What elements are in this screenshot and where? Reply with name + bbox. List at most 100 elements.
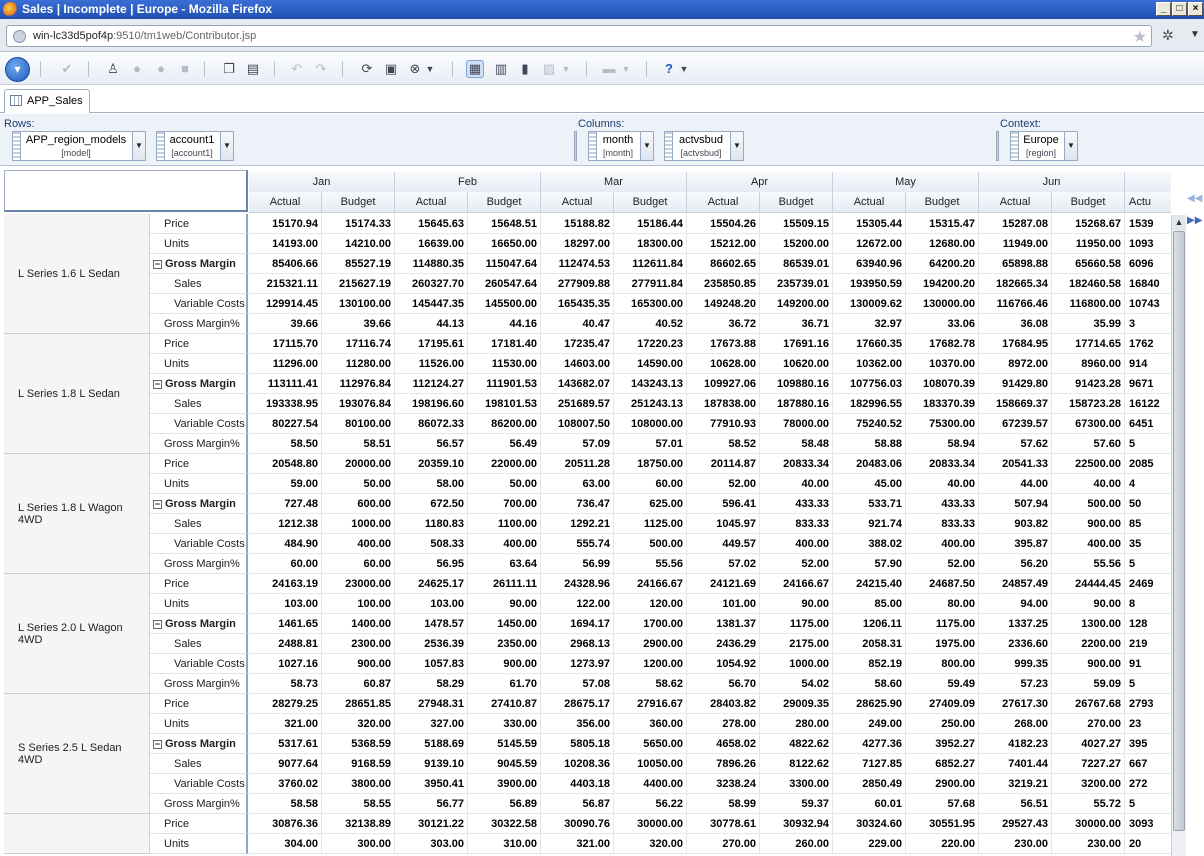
data-cell[interactable]: 58.60 xyxy=(833,674,906,694)
row-header-account[interactable]: Sales xyxy=(150,634,248,654)
data-cell[interactable]: 36.72 xyxy=(687,314,760,334)
data-cell[interactable]: 1273.97 xyxy=(541,654,614,674)
data-cell[interactable]: 17714.65 xyxy=(1052,334,1125,354)
data-cell[interactable]: 182996.55 xyxy=(833,394,906,414)
url-field[interactable]: win-lc33d5pof4p:9510/tm1web/Contributor.… xyxy=(6,25,1152,47)
chart-type-icon[interactable]: ▨ xyxy=(540,60,558,78)
data-cell[interactable]: 555.74 xyxy=(541,534,614,554)
data-cell[interactable]: 60.00 xyxy=(249,554,322,574)
row-header-model[interactable]: L Series 2.0 L Wagon 4WD xyxy=(4,574,150,694)
data-cell[interactable]: 28403.82 xyxy=(687,694,760,714)
data-cell[interactable]: 15174.33 xyxy=(322,214,395,234)
data-cell[interactable]: 3 xyxy=(1125,314,1171,334)
column-header-version[interactable]: Actual xyxy=(979,192,1052,213)
data-cell[interactable]: 2793 xyxy=(1125,694,1171,714)
data-cell[interactable]: 32.97 xyxy=(833,314,906,334)
data-cell[interactable]: 260547.64 xyxy=(468,274,541,294)
data-cell[interactable]: 433.33 xyxy=(906,494,979,514)
data-cell[interactable]: 108000.00 xyxy=(614,414,687,434)
data-cell[interactable]: 1400.00 xyxy=(322,614,395,634)
data-cell[interactable]: 85 xyxy=(1125,514,1171,534)
data-cell[interactable]: 24625.17 xyxy=(395,574,468,594)
data-cell[interactable]: 107756.03 xyxy=(833,374,906,394)
data-cell[interactable]: 86072.33 xyxy=(395,414,468,434)
grid-chart-view-icon[interactable]: ▥ xyxy=(492,60,510,78)
data-cell[interactable]: 109880.16 xyxy=(760,374,833,394)
data-cell[interactable]: 9077.64 xyxy=(249,754,322,774)
data-cell[interactable]: 165300.00 xyxy=(614,294,687,314)
data-cell[interactable]: 508.33 xyxy=(395,534,468,554)
chevron-down-icon[interactable]: ▼ xyxy=(560,60,572,78)
data-cell[interactable]: 54.02 xyxy=(760,674,833,694)
row-header-model[interactable]: L Series 1.8 L Wagon 4WD xyxy=(4,454,150,574)
data-cell[interactable]: 921.74 xyxy=(833,514,906,534)
data-cell[interactable]: 182460.58 xyxy=(1052,274,1125,294)
row-header-account[interactable]: Price xyxy=(150,334,248,354)
data-cell[interactable]: 103.00 xyxy=(395,594,468,614)
data-cell[interactable]: 94.00 xyxy=(979,594,1052,614)
row-header-account[interactable]: Price xyxy=(150,454,248,474)
data-cell[interactable]: 113111.41 xyxy=(249,374,322,394)
data-cell[interactable]: 15287.08 xyxy=(979,214,1052,234)
row-header-account[interactable]: Variable Costs xyxy=(150,294,248,314)
data-cell[interactable]: 1000.00 xyxy=(760,654,833,674)
data-cell[interactable]: 800.00 xyxy=(906,654,979,674)
data-cell[interactable]: 59.49 xyxy=(906,674,979,694)
data-cell[interactable]: 304.00 xyxy=(249,834,322,854)
data-cell[interactable]: 215627.19 xyxy=(322,274,395,294)
data-cell[interactable]: 58.50 xyxy=(249,434,322,454)
data-cell[interactable]: 30000.00 xyxy=(1052,814,1125,834)
data-cell[interactable]: 39.66 xyxy=(322,314,395,334)
data-cell[interactable]: 80227.54 xyxy=(249,414,322,434)
data-cell[interactable]: 58.58 xyxy=(249,794,322,814)
data-cell[interactable]: 30000.00 xyxy=(614,814,687,834)
data-cell[interactable]: 852.19 xyxy=(833,654,906,674)
data-cell[interactable]: 833.33 xyxy=(760,514,833,534)
data-cell[interactable]: 30324.60 xyxy=(833,814,906,834)
data-cell[interactable]: 56.57 xyxy=(395,434,468,454)
data-cell[interactable]: 900.00 xyxy=(1052,654,1125,674)
data-cell[interactable]: 36.08 xyxy=(979,314,1052,334)
data-cell[interactable]: 20511.28 xyxy=(541,454,614,474)
data-cell[interactable]: 15188.82 xyxy=(541,214,614,234)
data-cell[interactable]: 270.00 xyxy=(687,834,760,854)
data-cell[interactable]: 35.99 xyxy=(1052,314,1125,334)
data-cell[interactable]: 108070.39 xyxy=(906,374,979,394)
data-cell[interactable]: 4027.27 xyxy=(1052,734,1125,754)
data-cell[interactable]: 400.00 xyxy=(1052,534,1125,554)
column-header-version[interactable]: Budget xyxy=(468,192,541,213)
data-cell[interactable]: 58.99 xyxy=(687,794,760,814)
take-ownership-icon[interactable]: ● xyxy=(128,60,146,78)
scroll-up-arrow-icon[interactable]: ▲ xyxy=(1172,215,1186,230)
data-cell[interactable]: 667 xyxy=(1125,754,1171,774)
data-cell[interactable]: 229.00 xyxy=(833,834,906,854)
data-cell[interactable]: 65898.88 xyxy=(979,254,1052,274)
data-cell[interactable]: 1478.57 xyxy=(395,614,468,634)
data-cell[interactable]: 11949.00 xyxy=(979,234,1052,254)
help-icon[interactable]: ? xyxy=(660,60,678,78)
data-cell[interactable]: 60.00 xyxy=(614,474,687,494)
column-header-version[interactable]: Actual xyxy=(541,192,614,213)
data-cell[interactable]: 4277.36 xyxy=(833,734,906,754)
data-cell[interactable]: 15509.15 xyxy=(760,214,833,234)
data-cell[interactable]: 321.00 xyxy=(541,834,614,854)
row-header-account[interactable]: Gross Margin% xyxy=(150,314,248,334)
data-cell[interactable]: 14193.00 xyxy=(249,234,322,254)
double-chevron-left-icon[interactable]: ◀◀ xyxy=(1187,193,1204,204)
data-cell[interactable]: 59.00 xyxy=(249,474,322,494)
data-cell[interactable]: 30090.76 xyxy=(541,814,614,834)
column-header-month[interactable]: May xyxy=(833,172,979,193)
data-cell[interactable]: 198196.60 xyxy=(395,394,468,414)
row-header-account[interactable]: Gross Margin% xyxy=(150,554,248,574)
data-cell[interactable]: 400.00 xyxy=(760,534,833,554)
collapse-minus-icon[interactable]: − xyxy=(153,379,162,389)
data-cell[interactable]: 1450.00 xyxy=(468,614,541,634)
data-cell[interactable]: 30322.58 xyxy=(468,814,541,834)
data-cell[interactable]: 11296.00 xyxy=(249,354,322,374)
data-cell[interactable]: 300.00 xyxy=(322,834,395,854)
row-header-account[interactable]: Units xyxy=(150,234,248,254)
row-header-account[interactable]: Price xyxy=(150,214,248,234)
data-cell[interactable]: 395.87 xyxy=(979,534,1052,554)
data-cell[interactable]: 52.00 xyxy=(687,474,760,494)
data-cell[interactable]: 5 xyxy=(1125,674,1171,694)
